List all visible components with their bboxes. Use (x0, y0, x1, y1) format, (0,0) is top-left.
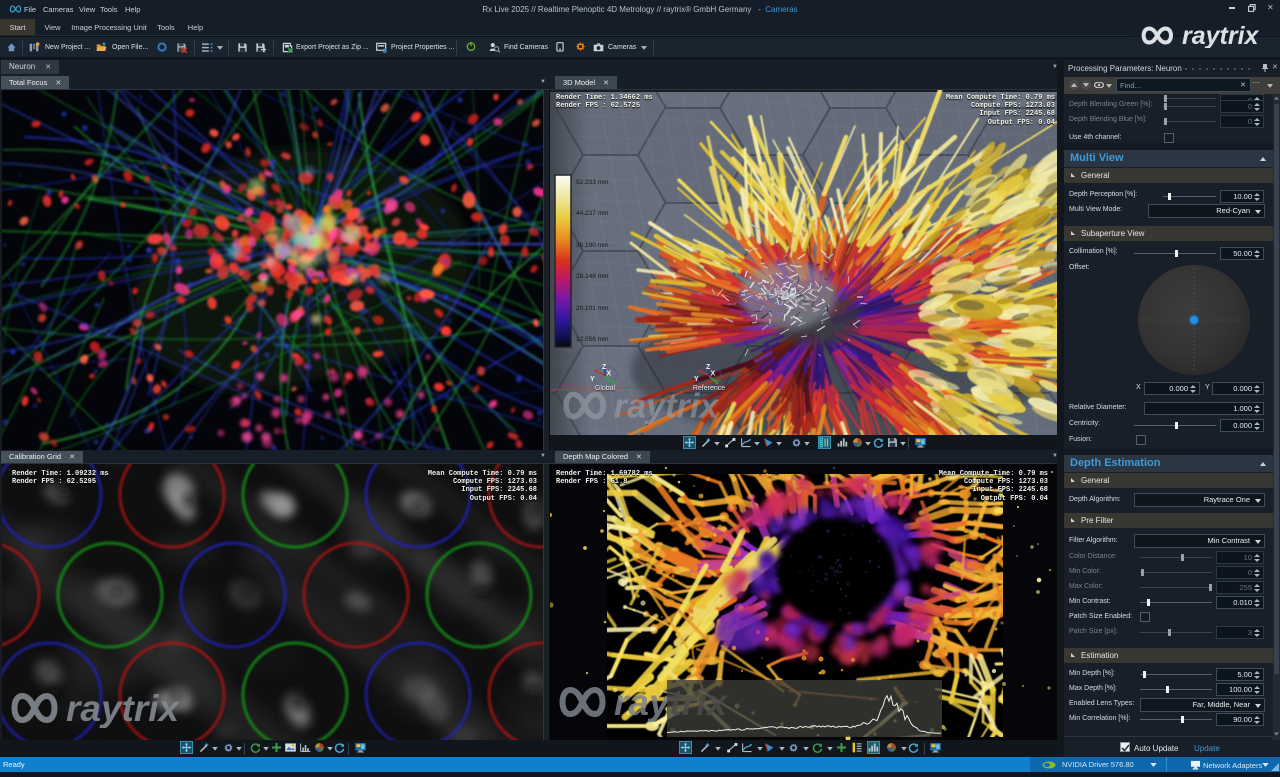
svg-text:44.237 mm: 44.237 mm (576, 210, 609, 217)
svg-text:52.233 mm: 52.233 mm (576, 179, 609, 186)
svg-text:X: X (711, 371, 716, 378)
svg-text:raytrix: raytrix (66, 688, 181, 728)
svg-text:20.101 mm: 20.101 mm (576, 305, 609, 312)
svg-text:raytrix: raytrix (1182, 24, 1260, 48)
svg-text:36.190 mm: 36.190 mm (576, 242, 609, 249)
svg-text:raytrix: raytrix (614, 388, 721, 424)
svg-text:28.148 mm: 28.148 mm (576, 273, 609, 280)
svg-text:12.056 mm: 12.056 mm (576, 336, 609, 343)
svg-text:Y: Y (694, 376, 699, 383)
svg-text:Y: Y (590, 376, 595, 383)
svg-text:X: X (607, 371, 612, 378)
